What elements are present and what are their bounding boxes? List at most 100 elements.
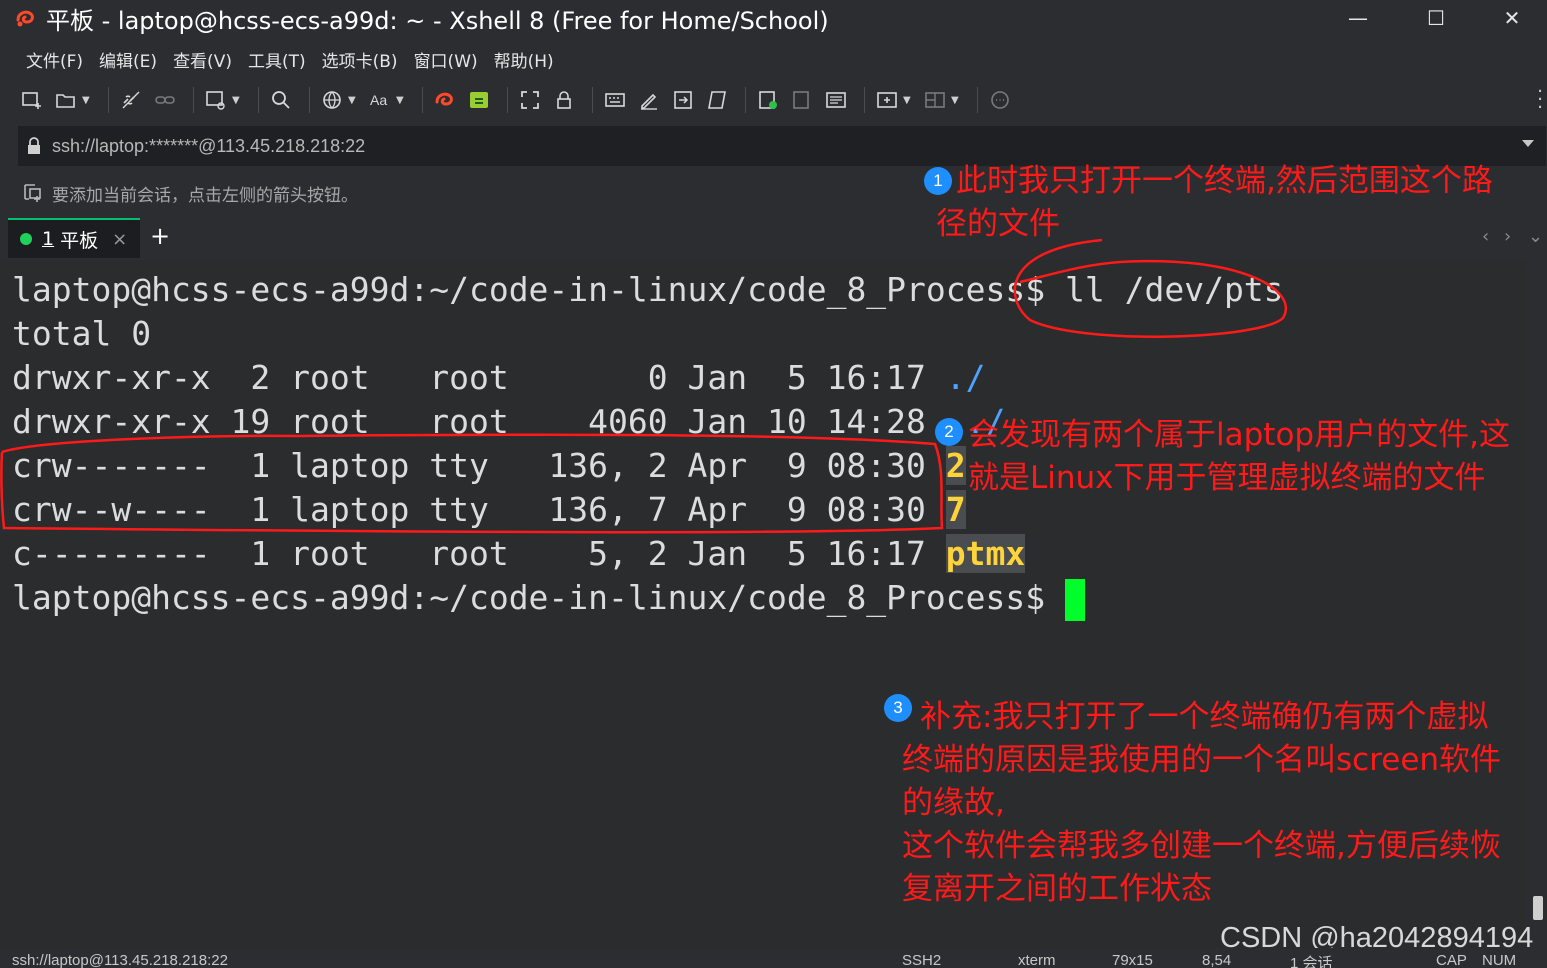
terminal-scrollbar[interactable] bbox=[1525, 260, 1547, 948]
toolbar: ▼ ▼ ▼ Aa ▼ ▼ ▼ bbox=[18, 82, 1020, 118]
font-icon: Aa bbox=[370, 92, 387, 108]
new-window-button[interactable] bbox=[202, 86, 230, 114]
script-button[interactable] bbox=[703, 86, 731, 114]
connected-status-icon bbox=[20, 233, 32, 245]
log-button[interactable] bbox=[754, 86, 782, 114]
chevron-down-icon[interactable]: ▼ bbox=[232, 95, 242, 106]
lock-icon bbox=[557, 91, 571, 109]
xshell-icon bbox=[435, 92, 453, 106]
transfer-button[interactable] bbox=[788, 86, 816, 114]
menu-view[interactable]: 查看(V) bbox=[173, 47, 232, 72]
chevron-down-icon[interactable] bbox=[1522, 140, 1534, 147]
keyboard-button[interactable] bbox=[601, 86, 629, 114]
toolbar-separator bbox=[258, 87, 259, 113]
menu-file[interactable]: 文件(F) bbox=[26, 47, 83, 72]
add-session-icon[interactable] bbox=[22, 182, 44, 204]
tab-menu-icon[interactable]: ⌄ bbox=[1528, 226, 1543, 247]
new-session-button[interactable] bbox=[18, 86, 46, 114]
hint-bar: 要添加当前会话，点击左侧的箭头按钮。 bbox=[22, 176, 358, 210]
xftp-button[interactable] bbox=[465, 86, 493, 114]
send-button[interactable] bbox=[669, 86, 697, 114]
add-tab-icon[interactable]: + bbox=[150, 222, 170, 250]
keyboard-icon bbox=[605, 93, 625, 107]
menu-tools[interactable]: 工具(T) bbox=[248, 47, 306, 72]
xftp-icon bbox=[470, 92, 488, 108]
maximize-button[interactable]: ☐ bbox=[1398, 0, 1474, 36]
status-connection: ssh://laptop@113.45.218.218:22 bbox=[12, 952, 228, 968]
toolbar-separator bbox=[309, 87, 310, 113]
window-add-icon bbox=[206, 91, 225, 110]
lock-button[interactable] bbox=[550, 86, 578, 114]
transfer-icon bbox=[793, 91, 809, 109]
chevron-down-icon[interactable]: ▼ bbox=[903, 95, 913, 106]
lock-icon bbox=[28, 137, 40, 154]
disconnect-button[interactable] bbox=[117, 86, 145, 114]
status-cursor: 8,54 bbox=[1202, 952, 1232, 968]
open-folder-button[interactable] bbox=[52, 86, 80, 114]
chevron-down-icon[interactable]: ▼ bbox=[348, 95, 358, 106]
toolbar-separator bbox=[977, 87, 978, 113]
layout-button[interactable] bbox=[921, 86, 949, 114]
chat-button[interactable] bbox=[986, 86, 1014, 114]
find-button[interactable] bbox=[267, 86, 295, 114]
menu-tabs[interactable]: 选项卡(B) bbox=[322, 47, 398, 72]
menu-edit[interactable]: 编辑(E) bbox=[99, 47, 157, 72]
compose-button[interactable] bbox=[822, 86, 850, 114]
chevron-down-icon[interactable]: ▼ bbox=[396, 95, 406, 106]
xshell-button[interactable] bbox=[431, 86, 459, 114]
command: ll /dev/pts bbox=[1065, 270, 1284, 309]
terminal-line-total: total 0 bbox=[12, 314, 152, 353]
add-tab-button[interactable] bbox=[873, 86, 901, 114]
terminal-line-pts-2: crw------- 1 laptop tty 136, 2 Apr 9 08:… bbox=[12, 444, 966, 488]
terminal-line-prompt: laptop@hcss-ecs-a99d:~/code-in-linux/cod… bbox=[12, 576, 1085, 621]
minimize-button[interactable]: — bbox=[1320, 0, 1396, 36]
menu-help[interactable]: 帮助(H) bbox=[494, 47, 554, 72]
tab-close-icon[interactable]: × bbox=[112, 229, 127, 250]
status-bar: ssh://laptop@113.45.218.218:22 SSH2 xter… bbox=[0, 948, 1547, 968]
window-title: 平板 - laptop@hcss-ecs-a99d: ~ - Xshell 8 … bbox=[46, 6, 829, 35]
address-field[interactable]: ssh://laptop:*******@113.45.218.218:22 bbox=[52, 136, 365, 157]
highlight-button[interactable] bbox=[635, 86, 663, 114]
chevron-down-icon[interactable]: ▼ bbox=[951, 95, 961, 106]
status-num: NUM bbox=[1482, 952, 1517, 968]
status-size: 79x15 bbox=[1112, 952, 1153, 968]
hint-text: 要添加当前会话，点击左侧的箭头按钮。 bbox=[52, 185, 358, 206]
encoding-button[interactable] bbox=[318, 86, 346, 114]
terminal-line-dir-current: drwxr-xr-x 2 root root 0 Jan 5 16:17 ./ bbox=[12, 356, 986, 400]
menu-bar: 文件(F) 编辑(E) 查看(V) 工具(T) 选项卡(B) 窗口(W) 帮助(… bbox=[0, 42, 570, 76]
ls-name: 2 bbox=[945, 446, 966, 485]
toolbar-separator bbox=[193, 87, 194, 113]
link-icon bbox=[155, 96, 175, 104]
prompt: laptop@hcss-ecs-a99d:~/code-in-linux/cod… bbox=[12, 270, 1065, 309]
more-icon[interactable]: · · · bbox=[1537, 83, 1543, 117]
terminal-line-pts-7: crw--w---- 1 laptop tty 136, 7 Apr 9 08:… bbox=[12, 488, 966, 532]
terminal-cursor bbox=[1065, 578, 1085, 621]
search-icon bbox=[272, 91, 290, 109]
ls-entry: drwxr-xr-x 19 root root 4060 Jan 10 14:2… bbox=[12, 402, 946, 441]
tab-next-icon[interactable]: › bbox=[1504, 226, 1511, 247]
tab-number: 1 bbox=[42, 228, 55, 250]
toolbar-separator bbox=[108, 87, 109, 113]
font-button[interactable]: Aa bbox=[366, 86, 394, 114]
annotation-text-1: 此时我只打开一个终端,然后范围这个路 径的文件 bbox=[936, 163, 1493, 242]
terminal-line-dir-parent: drwxr-xr-x 19 root root 4060 Jan 10 14:2… bbox=[12, 400, 1005, 444]
tab-add-icon bbox=[877, 92, 897, 108]
svg-text:Aa: Aa bbox=[370, 92, 387, 108]
reconnect-button[interactable] bbox=[151, 86, 179, 114]
tab-session-1[interactable]: 1 平板 × bbox=[8, 218, 140, 258]
layout-icon bbox=[925, 92, 945, 108]
close-button[interactable]: ✕ bbox=[1474, 0, 1547, 36]
toolbar-separator bbox=[592, 87, 593, 113]
toolbar-separator bbox=[507, 87, 508, 113]
scrollbar-thumb[interactable] bbox=[1533, 896, 1543, 920]
status-sessions[interactable]: 1 会话 bbox=[1290, 952, 1333, 968]
title-bar: 平板 - laptop@hcss-ecs-a99d: ~ - Xshell 8 … bbox=[0, 0, 1547, 36]
status-protocol: SSH2 bbox=[902, 952, 942, 968]
new-session-icon bbox=[22, 92, 41, 109]
ls-entry: crw------- 1 laptop tty 136, 2 Apr 9 08:… bbox=[12, 446, 946, 485]
tab-label: 平板 bbox=[60, 229, 99, 252]
fullscreen-button[interactable] bbox=[516, 86, 544, 114]
ls-name: 7 bbox=[945, 490, 966, 529]
menu-window[interactable]: 窗口(W) bbox=[414, 47, 478, 72]
chevron-down-icon[interactable]: ▼ bbox=[82, 95, 92, 106]
